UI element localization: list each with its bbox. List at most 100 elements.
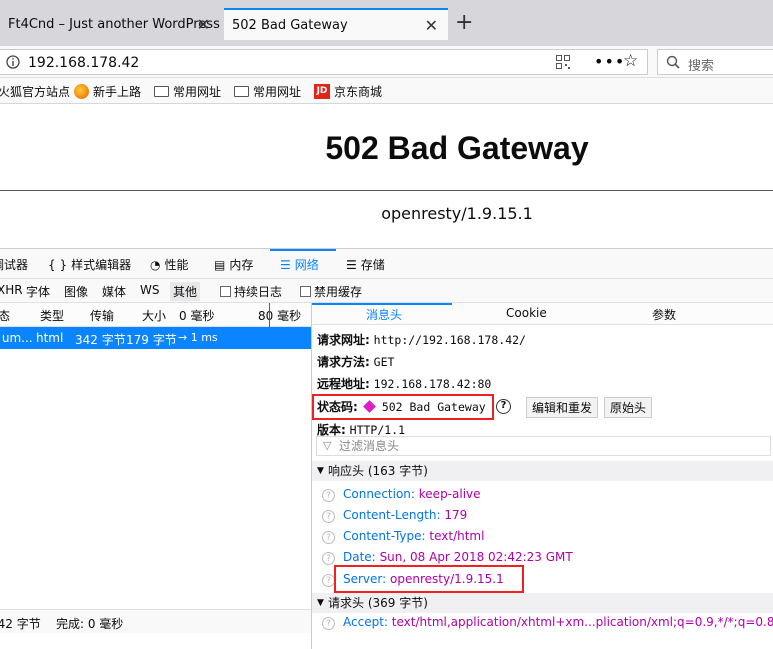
highlight-box xyxy=(312,394,494,420)
close-icon[interactable]: ✕ xyxy=(197,15,210,34)
header-name: Date: xyxy=(343,550,376,564)
detail-tabs: 消息头 Cookie 参数 xyxy=(312,303,773,325)
checkbox[interactable] xyxy=(300,286,311,297)
help-icon[interactable]: ? xyxy=(322,489,335,502)
label: 请求网址: xyxy=(317,333,370,347)
bookmark-jd[interactable]: JD 京东商城 xyxy=(314,83,382,100)
search-input[interactable]: 搜索 xyxy=(657,49,773,75)
request-transferred: 342 字节 xyxy=(75,333,126,347)
filter-headers-input[interactable]: ▽ 过滤消息头 xyxy=(316,436,771,456)
bookmark-label: 京东商城 xyxy=(334,85,383,99)
header-name: Content-Type: xyxy=(343,529,426,543)
label: 请求方法: xyxy=(317,355,370,369)
url-bar[interactable]: 192.168.178.42 ••• ☆ xyxy=(0,49,648,75)
tab-headers[interactable]: 消息头 xyxy=(366,306,402,323)
page-heading: 502 Bad Gateway xyxy=(325,130,589,166)
request-filter-bar: XHR 字体 图像 媒体 WS 其他 持续日志 禁用缓存 xyxy=(0,279,773,303)
checkbox-label: 持续日志 xyxy=(234,285,283,299)
section-label: 请求头 (369 字节) xyxy=(328,596,428,610)
col-status[interactable]: 状态 xyxy=(0,307,10,324)
bookmarks-toolbar: 火狐官方站点 新手上路 常用网址 常用网址 JD 京东商城 xyxy=(0,78,773,104)
help-icon[interactable]: ? xyxy=(496,399,511,414)
value: HTTP/1.1 xyxy=(349,423,406,437)
firefox-icon xyxy=(74,84,89,99)
help-icon[interactable]: ? xyxy=(322,552,335,565)
request-headers-section[interactable]: ▼ 请求头 (369 字节) xyxy=(312,593,773,613)
response-header-row: ? Date: Sun, 08 Apr 2018 02:42:23 GMT xyxy=(322,550,573,565)
persist-log-toggle[interactable]: 持续日志 xyxy=(217,282,285,301)
col-transferred[interactable]: 传输 xyxy=(90,307,114,324)
divider xyxy=(0,190,773,191)
bookmark-label: 常用网址 xyxy=(173,85,222,99)
bookmark-star-icon[interactable]: ☆ xyxy=(623,51,638,71)
highlight-box xyxy=(334,565,524,593)
col-size[interactable]: 大小 xyxy=(142,307,166,324)
header-value: text/html xyxy=(429,529,485,543)
page-actions-icon[interactable]: ••• xyxy=(594,52,625,71)
tab-wordpress[interactable]: Ft4Cnd – Just another WordPress ✕ xyxy=(0,8,220,40)
filter-images[interactable]: 图像 xyxy=(61,282,91,301)
timeline-marker xyxy=(269,303,270,327)
filter-ws[interactable]: WS xyxy=(137,282,162,298)
folder-icon xyxy=(234,86,249,97)
checkbox-label: 禁用缓存 xyxy=(314,285,363,299)
help-icon[interactable]: ? xyxy=(322,531,335,544)
bookmark-folder-1[interactable]: 常用网址 xyxy=(154,83,221,100)
tab-style-editor[interactable]: { } 样式编辑器 xyxy=(48,256,131,273)
help-icon[interactable]: ? xyxy=(322,617,335,630)
col-type[interactable]: 类型 xyxy=(40,307,64,324)
bookmark-firefox-site[interactable]: 火狐官方站点 xyxy=(0,83,70,100)
filter-xhr[interactable]: XHR xyxy=(0,282,26,298)
value: GET xyxy=(373,355,395,369)
checkbox[interactable] xyxy=(220,286,231,297)
filter-fonts[interactable]: 字体 xyxy=(23,282,53,301)
section-label: 响应头 (163 字节) xyxy=(328,464,428,478)
filter-placeholder: 过滤消息头 xyxy=(339,439,400,453)
help-icon[interactable]: ? xyxy=(322,510,335,523)
request-size: 179 字节 xyxy=(126,333,177,347)
disable-cache-toggle[interactable]: 禁用缓存 xyxy=(297,282,365,301)
header-name: Content-Length: xyxy=(343,508,441,522)
database-icon: ☰ xyxy=(346,257,357,272)
remote-address-row: 远程地址: 192.168.178.42:80 xyxy=(317,375,491,392)
tab-502[interactable]: 502 Bad Gateway ✕ xyxy=(224,8,448,40)
network-summary-footer: 342 字节 完成: 0 毫秒 xyxy=(0,609,311,633)
close-icon[interactable]: ✕ xyxy=(425,16,438,35)
navigation-toolbar: 192.168.178.42 ••• ☆ 搜索 xyxy=(0,46,773,78)
bookmark-folder-2[interactable]: 常用网址 xyxy=(234,83,301,100)
response-headers-section[interactable]: ▼ 响应头 (163 字节) xyxy=(312,461,773,481)
tab-label: 网络 xyxy=(294,258,319,272)
qr-code-icon[interactable] xyxy=(556,55,570,69)
tab-memory[interactable]: ▤ 内存 xyxy=(214,256,253,273)
raw-headers-button[interactable]: 原始头 xyxy=(604,397,653,418)
tab-label: 样式编辑器 xyxy=(71,258,132,272)
filter-media[interactable]: 媒体 xyxy=(99,282,129,301)
header-name: Accept: xyxy=(343,615,388,629)
request-table-header: 状态 类型 传输 大小 0 毫秒 80 毫秒 xyxy=(0,303,311,327)
request-header-row: ? Accept: text/html,application/xhtml+xm.… xyxy=(322,615,773,630)
response-header-row: ? Content-Length: 179 xyxy=(322,508,467,523)
new-tab-plus-icon[interactable]: + xyxy=(455,10,473,35)
search-placeholder: 搜索 xyxy=(688,59,715,74)
tab-performance[interactable]: ◔ 性能 xyxy=(150,256,189,273)
filter-funnel-icon: ▽ xyxy=(323,439,332,452)
col-timeline-0[interactable]: 0 毫秒 xyxy=(179,307,214,324)
memory-chip-icon: ▤ xyxy=(214,257,226,272)
edit-resend-button[interactable]: 编辑和重发 xyxy=(526,397,599,418)
tab-params[interactable]: 参数 xyxy=(652,306,676,323)
response-header-row: ? Content-Type: text/html xyxy=(322,529,484,544)
selected-tab-indicator xyxy=(312,303,452,305)
filter-other[interactable]: 其他 xyxy=(170,282,201,301)
tab-network[interactable]: ☰ 网络 xyxy=(280,256,319,273)
devtools-tabs: 调试器 { } 样式编辑器 ◔ 性能 ▤ 内存 ☰ 网络 ☰ 存储 xyxy=(0,249,773,279)
header-value: Sun, 08 Apr 2018 02:42:23 GMT xyxy=(379,550,573,564)
tab-debugger[interactable]: 调试器 xyxy=(0,256,28,273)
table-row[interactable]: / um... html 342 字节 179 字节 → 1 ms xyxy=(0,327,311,349)
bookmark-getting-started[interactable]: 新手上路 xyxy=(74,83,141,100)
tab-storage[interactable]: ☰ 存储 xyxy=(346,256,385,273)
url-text[interactable]: 192.168.178.42 xyxy=(28,55,139,71)
tab-cookies[interactable]: Cookie xyxy=(506,306,547,320)
folder-icon xyxy=(154,86,169,97)
info-icon[interactable] xyxy=(6,55,20,69)
col-timeline-80[interactable]: 80 毫秒 xyxy=(258,307,301,324)
